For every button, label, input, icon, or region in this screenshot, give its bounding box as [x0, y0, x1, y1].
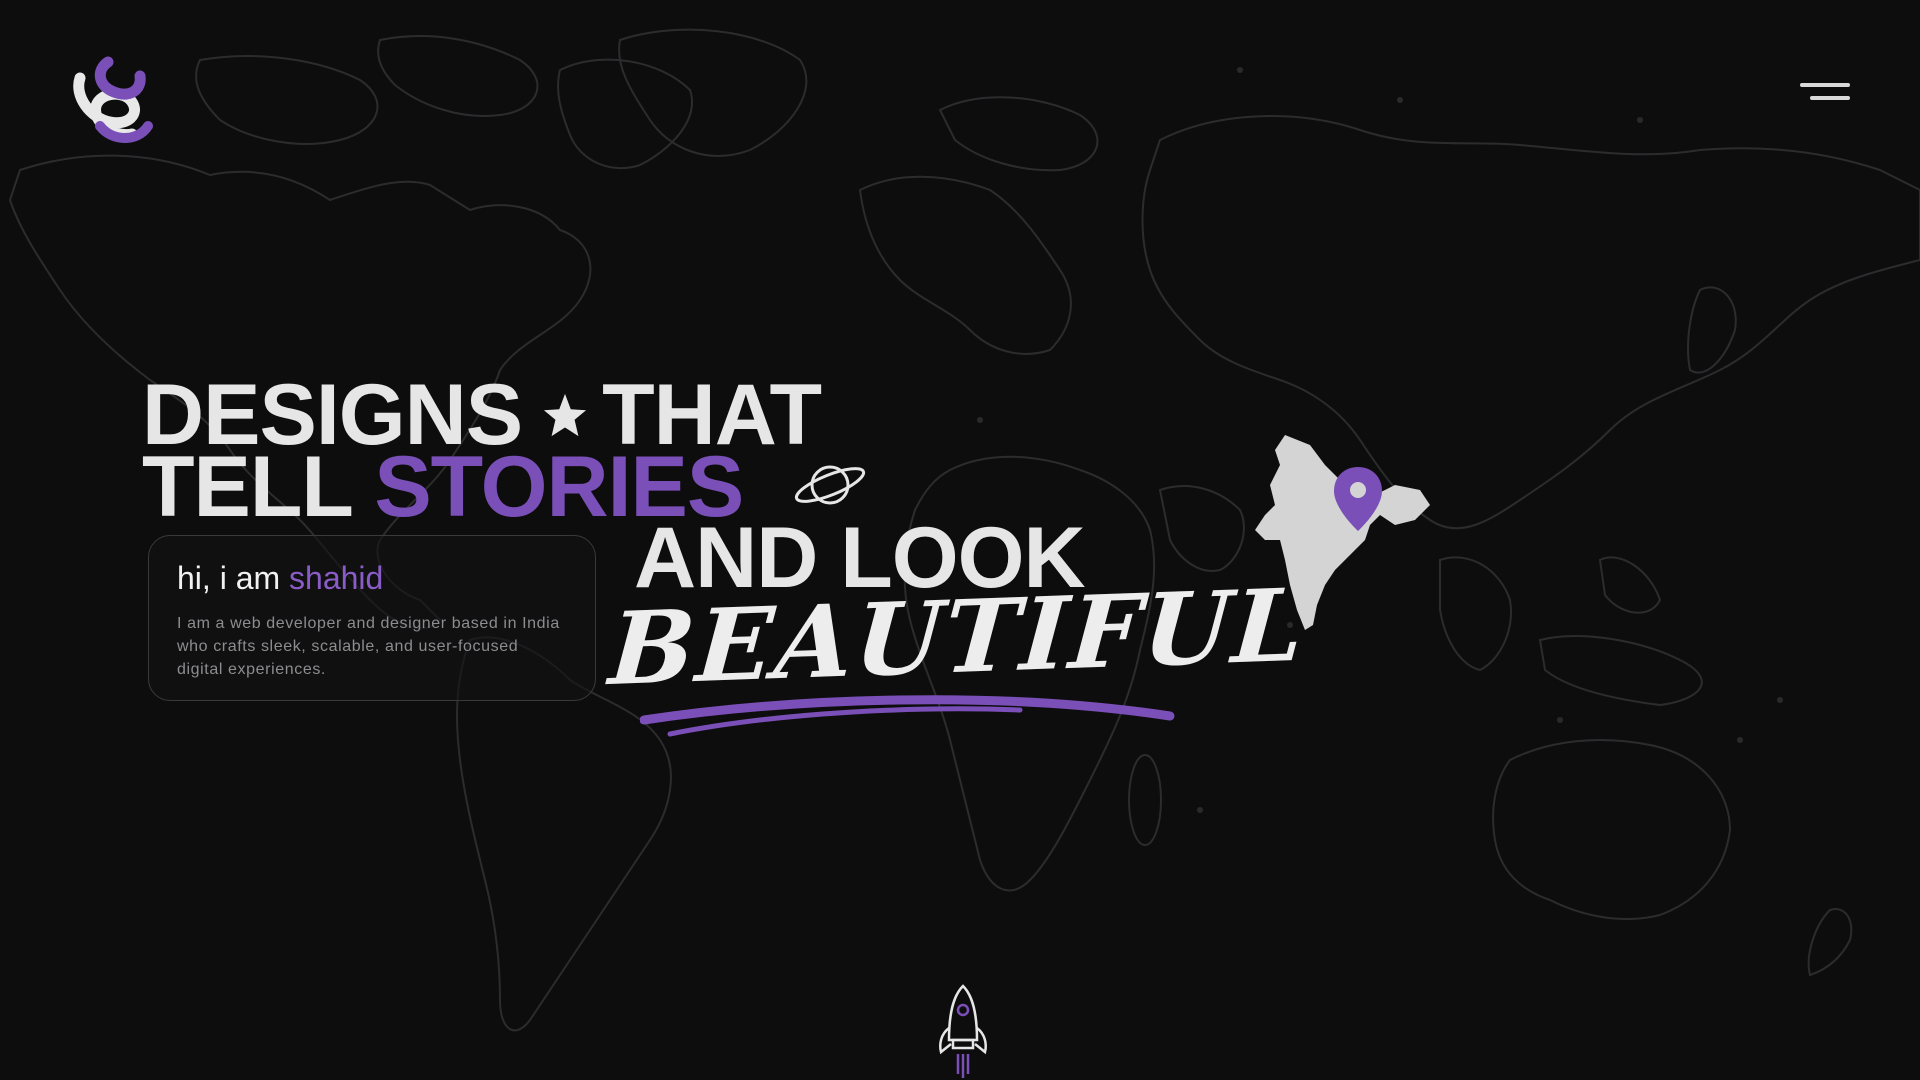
star-icon: [544, 393, 587, 437]
intro-description: I am a web developer and designer based …: [177, 615, 560, 678]
brush-underline: [640, 695, 1175, 737]
intro-card: hi, i am shahid I am a web developer and…: [148, 535, 596, 701]
menu-bar: [1800, 83, 1850, 87]
author-name: shahid: [289, 560, 384, 596]
hamburger-menu-icon[interactable]: [1790, 78, 1850, 110]
planet-icon: [794, 465, 866, 505]
headline-word-tell: TELL: [142, 439, 352, 535]
headline-script-beautiful: BEAUTIFUL: [605, 565, 1310, 708]
intro-greeting: hi, i am shahid: [177, 562, 567, 594]
greeting-prefix: hi, i am: [177, 560, 281, 596]
menu-bar: [1810, 96, 1850, 100]
location-pin-icon: [1334, 467, 1382, 531]
swirl-logo-icon[interactable]: [70, 56, 156, 144]
rocket-icon[interactable]: [933, 984, 993, 1080]
